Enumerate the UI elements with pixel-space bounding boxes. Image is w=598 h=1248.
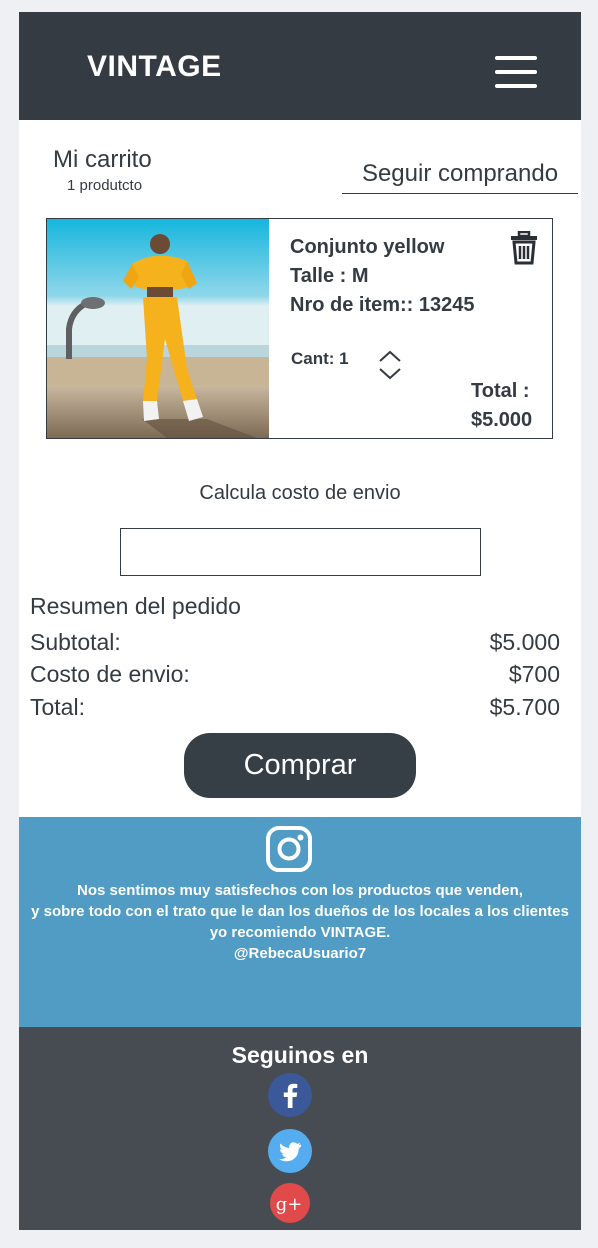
- testimonial-line: y sobre todo con el trato que le dan los…: [31, 903, 569, 920]
- testimonial-line: yo recomiendo VINTAGE.: [209, 924, 391, 941]
- svg-text:g+: g+: [276, 1194, 303, 1215]
- summary-row-shipping: Costo de envio: $700: [30, 661, 560, 693]
- testimonial-text: Nos sentimos muy satisfechos con los pro…: [19, 880, 581, 964]
- hamburger-menu-icon[interactable]: [495, 56, 537, 88]
- chevron-up-down-icon[interactable]: [377, 348, 403, 382]
- summary-row-total: Total: $5.700: [30, 694, 560, 726]
- summary-label: Total:: [30, 694, 85, 720]
- testimonial-line: Nos sentimos muy satisfechos con los pro…: [77, 882, 523, 899]
- summary-label: Subtotal:: [30, 629, 121, 655]
- cart-title: Mi carrito: [53, 146, 152, 173]
- summary-value: $5.000: [489, 629, 560, 655]
- google-plus-icon[interactable]: g+: [270, 1183, 310, 1223]
- twitter-icon[interactable]: [268, 1129, 312, 1173]
- product-name: Conjunto yellow: [290, 236, 445, 258]
- shipping-postal-input[interactable]: [120, 528, 481, 576]
- product-image: [47, 219, 269, 438]
- buy-button[interactable]: Comprar: [184, 733, 416, 798]
- product-item-number: Nro de item:: 13245: [290, 294, 475, 316]
- summary-row-subtotal: Subtotal: $5.000: [30, 629, 560, 661]
- brand-logo[interactable]: VINTAGE: [87, 50, 222, 84]
- summary-value: $5.700: [489, 694, 560, 720]
- product-total-label: Total :: [471, 380, 530, 402]
- social-title: Seguinos en: [231, 1042, 369, 1068]
- testimonial-author: @RebecaUsuario7: [233, 945, 367, 962]
- social-footer: Seguinos en g+: [19, 1027, 581, 1230]
- product-total-value: $5.000: [471, 409, 533, 431]
- top-header: VINTAGE: [19, 12, 581, 120]
- order-summary-title: Resumen del pedido: [30, 593, 241, 619]
- testimonial-section: Nos sentimos muy satisfechos con los pro…: [19, 817, 581, 1027]
- quantity-label: Cant: 1: [291, 349, 349, 368]
- product-size: Talle : M: [290, 265, 369, 287]
- product-details: Conjunto yellow Talle : M Nro de item:: …: [290, 233, 475, 320]
- page: VINTAGE Mi carrito 1 produtcto Seguir co…: [19, 12, 581, 1230]
- continue-shopping-link[interactable]: Seguir comprando: [342, 160, 578, 194]
- facebook-icon[interactable]: [268, 1073, 312, 1117]
- cart-product-card: Conjunto yellow Talle : M Nro de item:: …: [46, 218, 553, 439]
- shipping-cost-label: Calcula costo de envio: [199, 482, 401, 504]
- summary-label: Costo de envio:: [30, 661, 190, 687]
- summary-value: $700: [508, 661, 560, 687]
- instagram-icon[interactable]: [265, 825, 313, 873]
- trash-icon[interactable]: [509, 230, 539, 265]
- cart-item-count: 1 produtcto: [67, 177, 143, 194]
